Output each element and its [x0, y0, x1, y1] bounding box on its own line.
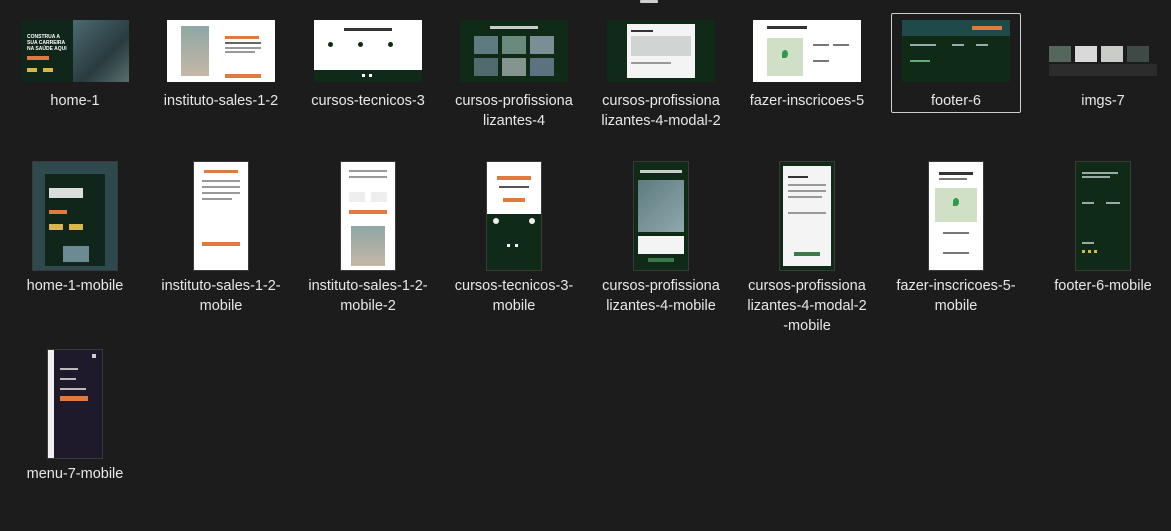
file-name: instituto-sales-1-2	[163, 93, 279, 109]
thumbnail	[634, 162, 688, 270]
thumbnail	[607, 20, 715, 82]
file-instituto-sales-1-2-mobile-2[interactable]: instituto-sales-1-2-mobile-2	[303, 161, 433, 321]
file-home-1[interactable]: CONSTRUA A SUA CARREIRA NA SAÚDE AQUI ho…	[10, 13, 140, 113]
thumbnail	[1076, 162, 1130, 270]
file-name: cursos-profissionalizantes-4-modal-2	[601, 93, 721, 129]
file-name: instituto-sales-1-2-mobile-2	[308, 278, 428, 314]
file-name: cursos-tecnicos-3-mobile	[454, 278, 574, 314]
file-fazer-inscricoes-5-mobile[interactable]: fazer-inscricoes-5-mobile	[891, 161, 1021, 321]
thumbnail	[929, 162, 983, 270]
file-name: cursos-profissionalizantes-4-modal-2-mob…	[747, 278, 867, 334]
file-instituto-sales-1-2[interactable]: instituto-sales-1-2	[156, 13, 286, 133]
thumbnail	[48, 350, 102, 458]
file-cursos-tecnicos-3[interactable]: cursos-tecnicos-3	[303, 13, 433, 113]
file-name: home-1-mobile	[26, 278, 124, 294]
file-cursos-profissionalizantes-4-mobile[interactable]: cursos-profissionalizantes-4-mobile	[596, 161, 726, 341]
file-name: footer-6-mobile	[1054, 278, 1152, 294]
top-edge-strip	[640, 0, 658, 3]
thumbnail	[1049, 20, 1157, 82]
file-cursos-profissionalizantes-4[interactable]: cursos-profissionalizantes-4	[449, 13, 579, 133]
thumbnail	[753, 20, 861, 82]
file-cursos-profissionalizantes-4-modal-2[interactable]: cursos-profissionalizantes-4-modal-2	[596, 13, 726, 153]
file-name: cursos-tecnicos-3	[311, 93, 425, 109]
thumb-headline: CONSTRUA A SUA CARREIRA NA SAÚDE AQUI	[27, 34, 67, 52]
file-instituto-sales-1-2-mobile[interactable]: instituto-sales-1-2-mobile	[156, 161, 286, 321]
thumbnail	[194, 162, 248, 270]
file-fazer-inscricoes-5[interactable]: fazer-inscricoes-5	[742, 13, 872, 133]
thumbnail	[487, 162, 541, 270]
file-name: footer-6	[931, 93, 981, 109]
thumbnail	[33, 162, 117, 270]
thumbnail	[341, 162, 395, 270]
file-name: fazer-inscricoes-5-mobile	[896, 278, 1016, 314]
thumbnail	[314, 20, 422, 82]
file-name: cursos-profissionalizantes-4	[455, 93, 573, 129]
file-name: cursos-profissionalizantes-4-mobile	[602, 278, 720, 314]
file-name: imgs-7	[1081, 93, 1125, 109]
file-name: menu-7-mobile	[26, 466, 124, 482]
thumbnail: CONSTRUA A SUA CARREIRA NA SAÚDE AQUI	[21, 20, 129, 82]
file-cursos-profissionalizantes-4-modal-2-mobile[interactable]: cursos-profissionalizantes-4-modal-2-mob…	[742, 161, 872, 341]
thumbnail	[460, 20, 568, 82]
file-home-1-mobile[interactable]: home-1-mobile	[10, 161, 140, 301]
file-footer-6-mobile[interactable]: footer-6-mobile	[1038, 161, 1168, 301]
thumbnail	[167, 20, 275, 82]
file-cursos-tecnicos-3-mobile[interactable]: cursos-tecnicos-3-mobile	[449, 161, 579, 321]
file-name: home-1	[50, 93, 100, 109]
file-name: instituto-sales-1-2-mobile	[161, 278, 281, 314]
file-name: fazer-inscricoes-5	[749, 93, 865, 109]
thumbnail	[780, 162, 834, 270]
file-imgs-7[interactable]: imgs-7	[1038, 13, 1168, 113]
file-menu-7-mobile[interactable]: menu-7-mobile	[10, 349, 140, 489]
thumbnail	[902, 20, 1010, 82]
file-footer-6[interactable]: footer-6	[891, 13, 1021, 113]
